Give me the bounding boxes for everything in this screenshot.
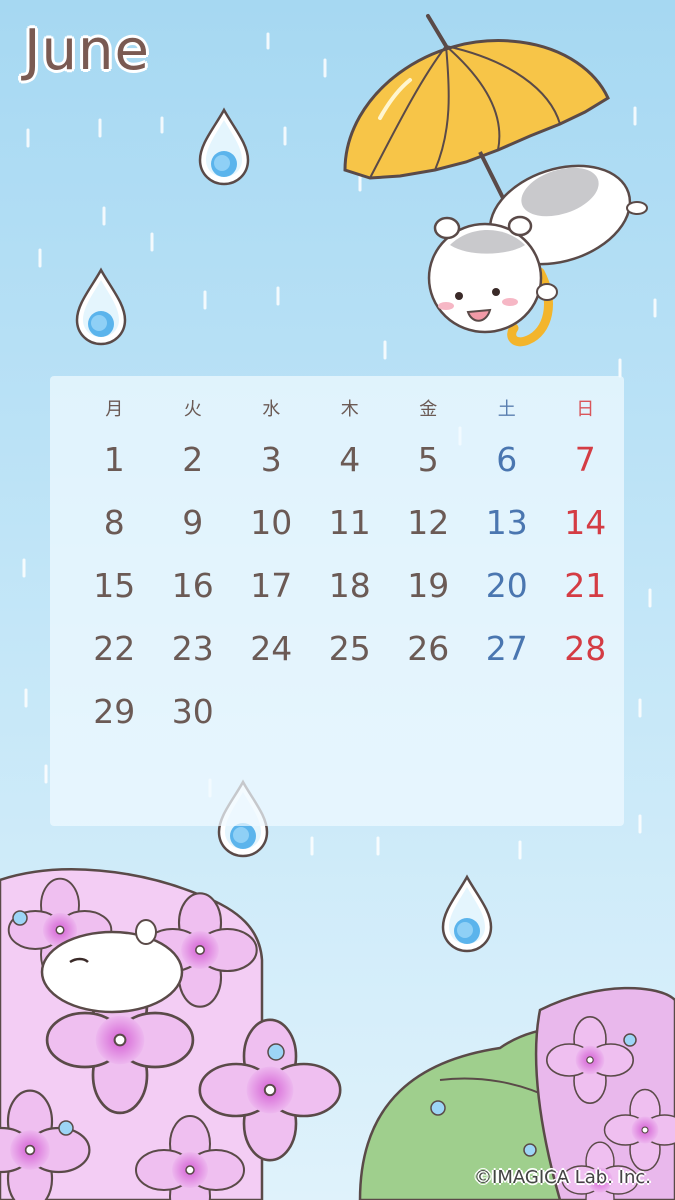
- day-cell: 15: [93, 566, 136, 605]
- day-cell-saturday: 27: [485, 629, 528, 668]
- weekday-mon: 月: [105, 399, 124, 420]
- day-cell: 8: [103, 503, 125, 542]
- month-title: June: [24, 18, 150, 83]
- weekday-wed: 水: [262, 399, 281, 420]
- day-cell: 5: [417, 440, 439, 479]
- day-cell: 2: [182, 440, 204, 479]
- weekday-tue: 火: [183, 399, 202, 420]
- calendar-grid: 月 火 水 木 金 土 日 1 2 3 4 5 6 7 8 9 10 11 12…: [75, 388, 625, 743]
- day-cell: 23: [171, 629, 214, 668]
- weekday-sun: 日: [576, 399, 595, 420]
- day-cell: 30: [171, 692, 214, 731]
- day-cell: 4: [339, 440, 361, 479]
- day-cell: 24: [250, 629, 293, 668]
- day-cell: 18: [328, 566, 371, 605]
- day-cell: 17: [250, 566, 293, 605]
- day-cell: 12: [407, 503, 450, 542]
- day-cell: 25: [328, 629, 371, 668]
- day-cell-sunday: 7: [574, 440, 596, 479]
- day-cell-sunday: 28: [564, 629, 607, 668]
- day-cell-saturday: 20: [485, 566, 528, 605]
- weekday-fri: 金: [419, 399, 438, 420]
- weekday-sat: 土: [497, 399, 516, 420]
- calendar-card: 月 火 水 木 金 土 日 1 2 3 4 5 6 7 8 9 10 11 12…: [50, 376, 624, 826]
- day-cell: 11: [328, 503, 371, 542]
- day-cell: 29: [93, 692, 136, 731]
- day-cell-saturday: 6: [496, 440, 518, 479]
- copyright-notice: ©IMAGICA Lab. Inc.: [474, 1167, 651, 1188]
- day-cell: 1: [103, 440, 125, 479]
- day-cell: 16: [171, 566, 214, 605]
- day-cell: 22: [93, 629, 136, 668]
- day-cell-saturday: 13: [485, 503, 528, 542]
- weekday-thu: 木: [340, 399, 359, 420]
- day-cell: 9: [182, 503, 204, 542]
- day-cell: 10: [250, 503, 293, 542]
- day-cell-sunday: 21: [564, 566, 607, 605]
- day-cell: 19: [407, 566, 450, 605]
- day-cell: 26: [407, 629, 450, 668]
- day-cell: 3: [260, 440, 282, 479]
- day-cell-sunday: 14: [564, 503, 607, 542]
